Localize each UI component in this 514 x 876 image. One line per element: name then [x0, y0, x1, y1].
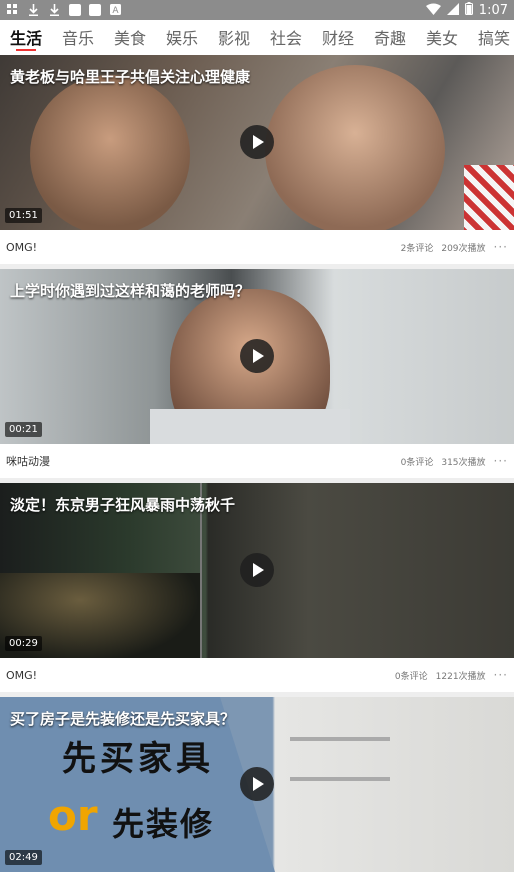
- video-duration: 00:29: [5, 636, 42, 651]
- thumbnail-image: [290, 737, 390, 741]
- tab-label: 社会: [269, 29, 302, 48]
- a-icon: A: [109, 3, 122, 16]
- play-button[interactable]: [240, 767, 274, 801]
- thumbnail-image: [30, 75, 190, 230]
- tab-life[interactable]: 生活: [0, 25, 52, 51]
- play-icon: [253, 135, 264, 149]
- tab-music[interactable]: 音乐: [52, 25, 104, 49]
- video-title: 买了房子是先装修还是先买家具？: [10, 710, 236, 728]
- signal-icon: [446, 2, 459, 18]
- video-meta: 咪咕动漫 0条评论 315次播放 ···: [0, 444, 514, 478]
- video-card[interactable]: 上学时你遇到过这样和蔼的老师吗？ 00:21 咪咕动漫 0条评论 315次播放 …: [0, 269, 514, 483]
- play-count: 315次播放: [441, 457, 486, 468]
- play-icon: [253, 563, 264, 577]
- video-feed: 黄老板与哈里王子共倡关注心理健康 01:51 OMG! 2条评论 209次播放 …: [0, 55, 514, 872]
- video-thumbnail[interactable]: 黄老板与哈里王子共倡关注心理健康 01:51: [0, 55, 514, 230]
- tab-label: 音乐: [61, 29, 94, 48]
- tab-funny[interactable]: 搞笑: [468, 25, 514, 49]
- tab-curious[interactable]: 奇趣: [364, 25, 416, 49]
- play-button[interactable]: [240, 125, 274, 159]
- tab-beauty[interactable]: 美女: [416, 25, 468, 49]
- video-thumbnail[interactable]: 上学时你遇到过这样和蔼的老师吗？ 00:21: [0, 269, 514, 444]
- video-meta: OMG! 2条评论 209次播放 ···: [0, 230, 514, 264]
- video-card[interactable]: 淡定！东京男子狂风暴雨中荡秋千 00:29 OMG! 0条评论 1221次播放 …: [0, 483, 514, 697]
- more-options-icon[interactable]: ···: [494, 240, 508, 254]
- tab-film[interactable]: 影视: [208, 25, 260, 49]
- tab-label: 搞笑: [477, 29, 510, 48]
- download-icon: [27, 3, 40, 16]
- tab-label: 奇趣: [373, 29, 406, 48]
- video-title: 淡定！东京男子狂风暴雨中荡秋千: [10, 496, 236, 514]
- thumbnail-image: [464, 165, 514, 230]
- thumbnail-text: 先买家具: [62, 739, 214, 779]
- video-title: 上学时你遇到过这样和蔼的老师吗？: [10, 282, 251, 300]
- tab-society[interactable]: 社会: [260, 25, 312, 49]
- thumbnail-text: 先装修: [112, 805, 215, 843]
- video-duration: 02:49: [5, 850, 42, 865]
- video-source[interactable]: 咪咕动漫: [6, 453, 393, 469]
- play-count: 209次播放: [441, 243, 486, 254]
- clock: 1:07: [478, 2, 508, 18]
- video-source[interactable]: OMG!: [6, 669, 387, 682]
- tab-label: 美女: [425, 29, 458, 48]
- thumbnail-text: or: [48, 791, 98, 840]
- play-count: 1221次播放: [435, 671, 486, 682]
- play-icon: [253, 777, 264, 791]
- tab-label: 财经: [321, 29, 354, 48]
- comment-count: 0条评论: [400, 457, 434, 468]
- video-meta: OMG! 0条评论 1221次播放 ···: [0, 658, 514, 692]
- status-bar: A 1:07: [0, 0, 514, 20]
- tab-label: 娱乐: [165, 29, 198, 48]
- download-icon: [48, 3, 61, 16]
- tab-entertainment[interactable]: 娱乐: [156, 25, 208, 49]
- video-duration: 01:51: [5, 208, 42, 223]
- app-icon: [89, 3, 101, 16]
- battery-icon: [464, 2, 473, 18]
- video-thumbnail[interactable]: 先买家具 or 先装修 买了房子是先装修还是先买家具？ 02:49: [0, 697, 514, 872]
- thumbnail-image: [290, 777, 390, 781]
- comment-count: 2条评论: [400, 243, 434, 254]
- video-duration: 00:21: [5, 422, 42, 437]
- video-card[interactable]: 黄老板与哈里王子共倡关注心理健康 01:51 OMG! 2条评论 209次播放 …: [0, 55, 514, 269]
- video-thumbnail[interactable]: 淡定！东京男子狂风暴雨中荡秋千 00:29: [0, 483, 514, 658]
- notification-icon: [6, 3, 19, 16]
- tab-food[interactable]: 美食: [104, 25, 156, 49]
- more-options-icon[interactable]: ···: [494, 668, 508, 682]
- comment-count: 0条评论: [394, 671, 428, 682]
- thumbnail-image: [265, 65, 445, 230]
- more-options-icon[interactable]: ···: [494, 454, 508, 468]
- video-card[interactable]: 先买家具 or 先装修 买了房子是先装修还是先买家具？ 02:49: [0, 697, 514, 872]
- active-tab-indicator: [16, 49, 36, 51]
- tab-label: 生活: [9, 29, 42, 48]
- thumbnail-image: [150, 409, 350, 444]
- svg-text:A: A: [112, 6, 119, 15]
- tab-label: 美食: [113, 29, 146, 48]
- notification-icons: A: [6, 3, 122, 16]
- video-title: 黄老板与哈里王子共倡关注心理健康: [10, 68, 251, 86]
- tab-label: 影视: [217, 29, 250, 48]
- wifi-icon: [425, 3, 441, 18]
- video-source[interactable]: OMG!: [6, 241, 393, 254]
- system-icons: 1:07: [425, 2, 508, 18]
- category-tabs: 生活 音乐 美食 娱乐 影视 社会 财经 奇趣 美女 搞笑: [0, 20, 514, 54]
- play-button[interactable]: [240, 339, 274, 373]
- play-icon: [253, 349, 264, 363]
- app-icon: [69, 3, 81, 16]
- tab-finance[interactable]: 财经: [312, 25, 364, 49]
- play-button[interactable]: [240, 553, 274, 587]
